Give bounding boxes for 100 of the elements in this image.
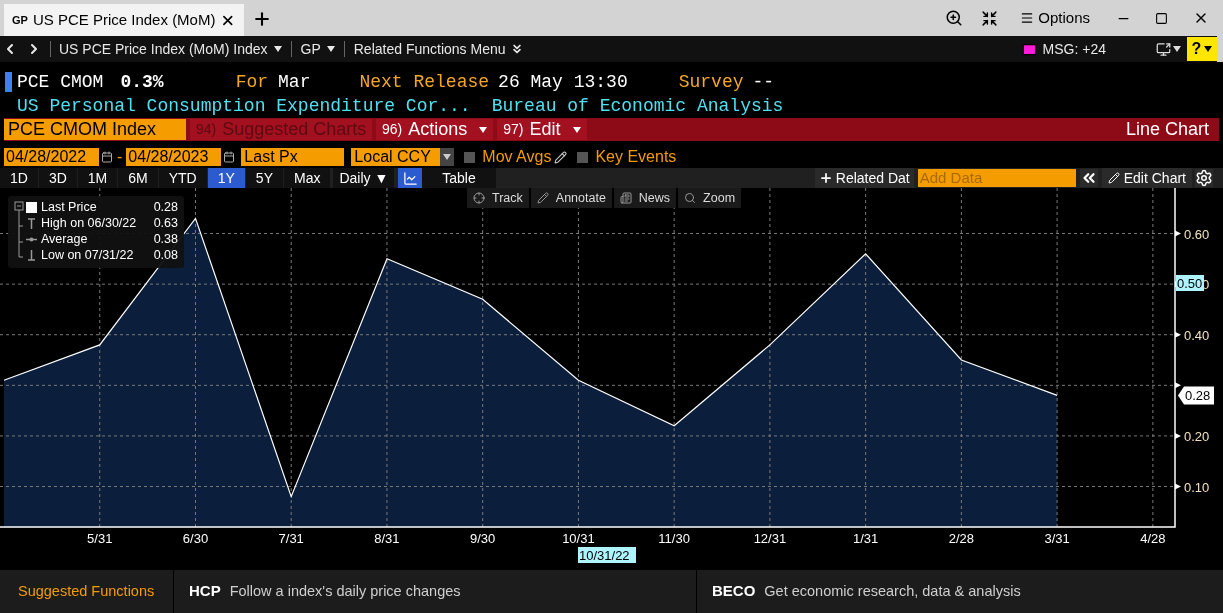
x-tick-label: 10/31 [562, 531, 595, 546]
range-button[interactable]: 3D [38, 168, 77, 188]
x-tick-label: 4/28 [1140, 531, 1166, 546]
period-label: For [235, 70, 269, 94]
related-data-button[interactable]: Related Dat [814, 168, 914, 188]
next-release-label: Next Release [359, 70, 490, 94]
legend-label: Average [41, 230, 88, 248]
pencil-icon[interactable] [554, 150, 568, 164]
new-tab-icon[interactable] [252, 9, 272, 29]
y-tick-label: 0.40 [1184, 327, 1210, 343]
range-button[interactable]: Max [283, 168, 331, 188]
caret-icon [443, 154, 452, 160]
legend-label: Last Price [41, 198, 97, 216]
menu-icon [1020, 11, 1035, 25]
calendar-icon[interactable] [101, 151, 113, 163]
security-menu[interactable]: US PCE Price Index (MoM) Index [59, 38, 282, 60]
menu-button[interactable]: 97) Edit [497, 119, 587, 140]
chart-tool-button[interactable]: Zoom [678, 188, 742, 208]
security-name: US Personal Consumption Expenditure Cor... [17, 94, 471, 118]
crosshair-icon [473, 192, 485, 204]
frequency-menu[interactable]: Daily ▼ [333, 168, 395, 188]
pencil-icon [536, 192, 549, 204]
caret-icon [273, 46, 282, 52]
chart-tool-button[interactable]: Annotate [530, 188, 612, 208]
suggested-function-link[interactable]: BECO Get economic research, data & analysis [697, 570, 1223, 613]
survey-label: Survey [678, 70, 744, 94]
window-tab[interactable]: GP US PCE Price Index (MoM) [4, 4, 244, 36]
value: 0.3% [120, 70, 164, 94]
maximize-icon[interactable] [1155, 11, 1168, 25]
legend-value: 0.28 [153, 198, 178, 216]
screen-share-icon[interactable] [1156, 41, 1171, 57]
end-date-field[interactable]: 04/28/2023 [126, 148, 222, 166]
security-field[interactable]: PCE CMOM Index [4, 119, 186, 140]
message-icon[interactable] [1021, 41, 1037, 57]
low-marker-icon [26, 249, 37, 261]
search-icon [684, 192, 697, 204]
x-tick-label: 7/31 [278, 531, 304, 546]
range-button[interactable]: 6M [118, 168, 158, 188]
message-count[interactable]: MSG: +24 [1042, 38, 1106, 60]
square-icon [26, 201, 37, 213]
next-release-value: 26 May 13:30 [498, 70, 628, 94]
x-tick-label: 9/30 [470, 531, 496, 546]
help-button[interactable]: ? [1187, 37, 1217, 61]
x-tick-label: 11/30 [658, 531, 690, 546]
x-tick-label: 12/31 [753, 531, 787, 546]
x-tick-label: 5/31 [87, 531, 113, 546]
range-button[interactable]: 1M [77, 168, 118, 188]
checkbox[interactable] [577, 151, 589, 163]
crosshair-date-label: 10/31/22 [578, 547, 636, 563]
security-marker [5, 72, 12, 92]
data-source: Bureau of Economic Analysis [491, 94, 784, 118]
menu-button[interactable]: 96) Actions [376, 119, 494, 140]
currency-select[interactable]: Local CCY [351, 148, 455, 166]
caret-icon [326, 46, 335, 52]
plus-icon [818, 171, 833, 185]
period-value: Mar [278, 70, 311, 94]
caret-icon [1173, 46, 1181, 52]
chart-view-button[interactable] [398, 168, 423, 188]
chart-tool-button[interactable]: Track [467, 188, 529, 208]
checkbox[interactable] [464, 151, 476, 163]
field-select[interactable]: Last Px [241, 148, 345, 166]
settings-icon[interactable] [1195, 169, 1213, 187]
y-tick-label: 0.60 [1184, 226, 1210, 242]
legend-label: High on 06/30/22 [41, 214, 137, 232]
high-marker-icon [26, 217, 37, 229]
last-price-tag: 0.28 [1178, 386, 1214, 405]
calendar-icon[interactable] [223, 151, 236, 163]
survey-value: -- [752, 70, 775, 94]
chart-tool-button[interactable]: News [613, 188, 677, 208]
range-button[interactable]: 1D [0, 168, 38, 188]
y-tick-label: 0.10 [1184, 479, 1210, 495]
table-button[interactable]: Table [422, 168, 496, 188]
zoom-icon[interactable] [945, 9, 964, 27]
range-button[interactable]: 1Y [207, 168, 245, 188]
chart-type: Line Chart [1125, 118, 1209, 141]
suggested-function-link[interactable]: HCP Follow a index's daily price changes [174, 570, 697, 613]
legend-value: 0.38 [153, 230, 178, 248]
range-button[interactable]: 5Y [245, 168, 283, 188]
option-label[interactable]: Key Events [595, 145, 677, 169]
related-functions-menu[interactable]: Related Functions Menu [353, 38, 524, 60]
date-separator: - [117, 147, 123, 167]
x-tick-label: 1/31 [853, 531, 879, 546]
options-button[interactable]: Options [1020, 6, 1090, 30]
caret-icon [479, 126, 488, 133]
option-label[interactable]: Mov Avgs [482, 145, 552, 169]
collapse-icon[interactable] [1079, 169, 1098, 187]
function-menu[interactable]: GP [300, 38, 335, 60]
legend-value: 0.08 [153, 246, 178, 264]
legend-value: 0.63 [153, 214, 178, 232]
news-icon [619, 192, 632, 204]
shrink-icon[interactable] [981, 9, 999, 27]
legend-label: Low on 07/31/22 [41, 246, 134, 264]
edit-chart-button[interactable]: Edit Chart [1101, 168, 1192, 188]
range-button[interactable]: YTD [158, 168, 207, 188]
start-date-field[interactable]: 04/28/2022 [4, 148, 99, 166]
add-data-field[interactable]: Add Data [917, 169, 1076, 187]
x-tick-label: 6/30 [182, 531, 209, 546]
caret-icon [1204, 46, 1213, 52]
ticker: PCE CMOM [17, 70, 104, 94]
pencil-icon [1107, 172, 1120, 184]
